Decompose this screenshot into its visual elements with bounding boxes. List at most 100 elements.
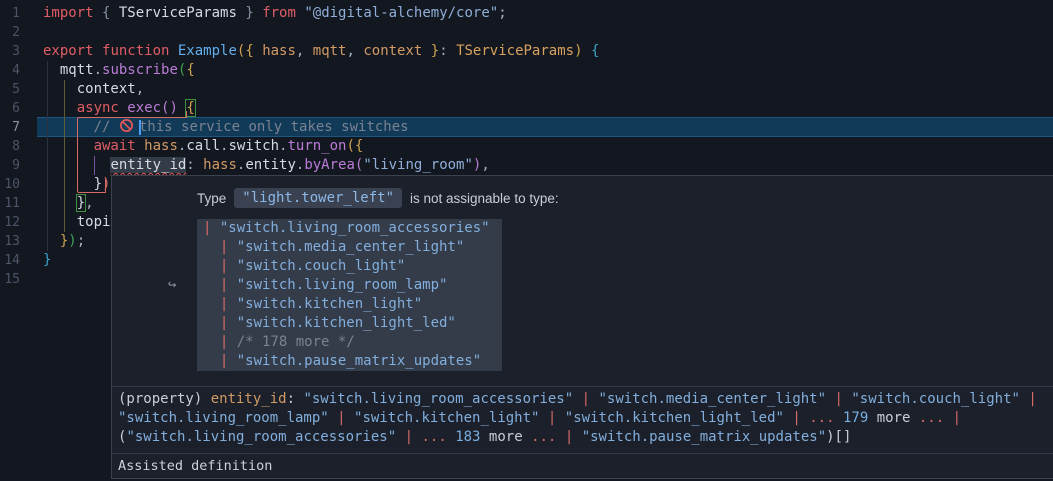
code-token: ({ xyxy=(237,43,262,59)
code-token xyxy=(573,429,581,445)
code-token: topi xyxy=(77,214,111,230)
code-token: } xyxy=(237,5,262,21)
code-token: , xyxy=(481,157,489,173)
union-member: | "switch.couch_light" xyxy=(203,257,502,276)
code-line-14[interactable]: } xyxy=(43,251,51,270)
union-member-text: "switch.kitchen_light" xyxy=(237,296,422,312)
union-member-text: "switch.media_center_light" xyxy=(237,239,465,255)
popup-divider xyxy=(112,386,1053,387)
code-token xyxy=(556,410,564,426)
code-token: "switch.living_room_accessories" xyxy=(126,429,396,445)
code-line-12[interactable]: topi xyxy=(43,213,110,232)
code-token: entity xyxy=(245,157,296,173)
code-token: ... xyxy=(809,410,834,426)
code-token: { xyxy=(591,43,599,59)
code-line-9[interactable]: entity_id: hass.entity.byArea("living_ro… xyxy=(43,156,490,175)
code-line-11[interactable]: }, xyxy=(43,194,94,213)
line-number-5[interactable]: 5 xyxy=(0,80,20,99)
code-token: byArea xyxy=(304,157,355,173)
code-line-13[interactable]: }); xyxy=(43,232,85,251)
code-token: } xyxy=(94,176,102,192)
line-number-14[interactable]: 14 xyxy=(0,251,20,270)
code-token: } xyxy=(77,195,85,211)
union-member: | "switch.pause_matrix_updates" xyxy=(203,352,502,371)
line-number-11[interactable]: 11 xyxy=(0,194,20,213)
code-token: this service only takes switches xyxy=(139,119,409,135)
line-number-10[interactable]: 10 xyxy=(0,175,20,194)
code-token: { xyxy=(186,100,194,116)
code-token xyxy=(43,233,60,249)
code-token: } xyxy=(43,252,51,268)
code-token: ) xyxy=(574,43,582,59)
code-line-8[interactable]: await hass.call.switch.turn_on({ xyxy=(43,137,363,156)
code-token: ... xyxy=(421,429,446,445)
code-token: | xyxy=(792,410,800,426)
code-line-10[interactable]: }) xyxy=(43,175,110,194)
union-member: | /* 178 more */ xyxy=(203,333,502,352)
line-number-1[interactable]: 1 xyxy=(0,4,20,23)
code-token xyxy=(944,410,952,426)
code-token xyxy=(43,157,110,173)
code-token xyxy=(801,410,809,426)
union-pipe: | xyxy=(203,353,237,369)
code-token: | xyxy=(1028,391,1036,407)
union-member-text: "switch.pause_matrix_updates" xyxy=(237,353,481,369)
code-token: "@digital-alchemy/core" xyxy=(304,5,498,21)
code-token xyxy=(583,43,591,59)
property-signature-line: ("switch.living_room_accessories" | ... … xyxy=(118,428,1037,447)
property-signature-line: (property) entity_id: "switch.living_roo… xyxy=(118,390,1037,409)
code-token: hass xyxy=(144,138,178,154)
code-token: mqtt xyxy=(60,62,94,78)
code-token: () xyxy=(161,100,178,116)
line-number-4[interactable]: 4 xyxy=(0,61,20,80)
hover-tooltip[interactable]: Type "light.tower_left" is not assignabl… xyxy=(111,175,1053,479)
line-number-7[interactable]: 7 xyxy=(0,118,20,137)
code-token xyxy=(539,410,547,426)
union-member: | "switch.kitchen_light_led" xyxy=(203,314,502,333)
code-line-5[interactable]: context, xyxy=(43,80,144,99)
code-line-3[interactable]: export function Example({ hass, mqtt, co… xyxy=(43,42,599,61)
line-number-3[interactable]: 3 xyxy=(0,42,20,61)
line-number-12[interactable]: 12 xyxy=(0,213,20,232)
code-token: : xyxy=(287,391,304,407)
code-token xyxy=(329,410,337,426)
code-token: , xyxy=(136,81,144,97)
union-pipe: | xyxy=(203,239,237,255)
union-member: | "switch.kitchen_light" xyxy=(203,295,502,314)
code-token: ) xyxy=(102,176,110,192)
code-token: { xyxy=(102,5,119,21)
code-token: call xyxy=(186,138,220,154)
code-token: ; xyxy=(77,233,85,249)
wrap-arrow-icon: ↪ xyxy=(168,276,176,295)
code-token xyxy=(346,410,354,426)
type-error-message: Type "light.tower_left" is not assignabl… xyxy=(197,188,559,208)
code-token: | xyxy=(337,410,345,426)
code-line-1[interactable]: import { TServiceParams } from "@digital… xyxy=(43,4,507,23)
code-line-4[interactable]: mqtt.subscribe({ xyxy=(43,61,195,80)
code-token: "switch.couch_light" xyxy=(851,391,1020,407)
code-line-6[interactable]: async exec() { xyxy=(43,99,195,118)
code-token: : xyxy=(186,157,203,173)
code-token: (property) xyxy=(118,391,211,407)
line-number-15[interactable]: 15 xyxy=(0,270,20,289)
code-token xyxy=(43,176,94,192)
union-pipe: | xyxy=(203,277,237,293)
union-member: | "switch.living_room_lamp" xyxy=(203,276,502,295)
code-token: , xyxy=(346,43,363,59)
code-token: exec xyxy=(127,100,161,116)
code-token: "switch.media_center_light" xyxy=(598,391,826,407)
union-type-block[interactable]: | "switch.living_room_accessories" | "sw… xyxy=(197,219,502,371)
code-token: await xyxy=(94,138,145,154)
union-member: | "switch.media_center_light" xyxy=(203,238,502,257)
line-number-9[interactable]: 9 xyxy=(0,156,20,175)
code-line-7[interactable]: // this service only takes switches xyxy=(43,118,409,137)
line-number-8[interactable]: 8 xyxy=(0,137,20,156)
union-pipe: | xyxy=(203,334,237,350)
line-number-13[interactable]: 13 xyxy=(0,232,20,251)
code-token: entity_id xyxy=(211,391,287,407)
line-number-2[interactable]: 2 xyxy=(0,23,20,42)
type-error-suffix: is not assignable to type: xyxy=(410,191,559,206)
line-number-6[interactable]: 6 xyxy=(0,99,20,118)
code-token: | xyxy=(834,391,842,407)
union-pipe: | xyxy=(203,220,220,236)
